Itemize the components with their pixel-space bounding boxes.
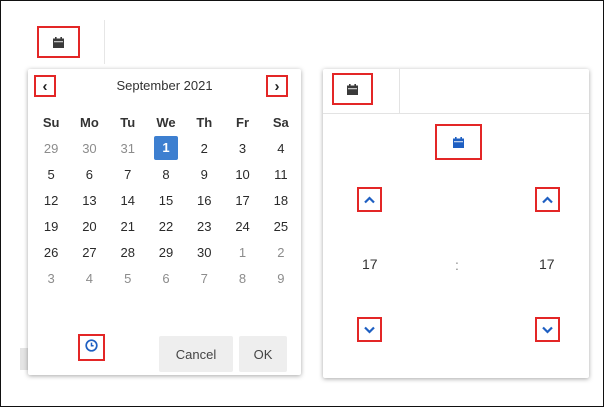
calendar-day[interactable]: 29 — [147, 245, 185, 260]
time-separator: : — [455, 257, 459, 273]
calendar-day[interactable]: 29 — [32, 141, 70, 156]
chevron-right-icon: › — [274, 77, 280, 95]
calendar-day[interactable]: 16 — [185, 193, 223, 208]
calendar-day[interactable]: 2 — [185, 141, 223, 156]
chevron-left-icon: ‹ — [42, 77, 48, 95]
calendar-icon — [53, 36, 64, 48]
calendar-day[interactable]: 6 — [147, 271, 185, 286]
calendar-grid: Su Mo Tu We Th Fr Sa 29 30 31 1 2 3 4 5 … — [32, 109, 300, 291]
calendar-day[interactable]: 10 — [223, 167, 261, 182]
calendar-week-row: 5 6 7 8 9 10 11 — [32, 161, 300, 187]
calendar-day[interactable]: 3 — [32, 271, 70, 286]
ok-button[interactable]: OK — [239, 336, 287, 372]
calendar-day[interactable]: 6 — [70, 167, 108, 182]
calendar-day[interactable]: 9 — [185, 167, 223, 182]
cancel-button[interactable]: Cancel — [159, 336, 233, 372]
month-title: September 2021 — [116, 78, 213, 93]
next-month-button[interactable]: › — [266, 75, 288, 97]
chevron-up-icon — [364, 191, 375, 209]
weekday-label: Th — [196, 114, 213, 130]
header-underline — [323, 113, 589, 114]
weekday-label: Su — [42, 114, 60, 130]
calendar-icon — [347, 83, 358, 95]
calendar-toggle-button[interactable] — [37, 26, 80, 58]
calendar-week-row: 3 4 5 6 7 8 9 — [32, 265, 300, 291]
switch-to-time-button[interactable] — [78, 334, 105, 361]
calendar-day[interactable]: 28 — [109, 245, 147, 260]
calendar-day[interactable]: 7 — [185, 271, 223, 286]
calendar-day[interactable]: 31 — [109, 141, 147, 156]
calendar-day[interactable]: 9 — [262, 271, 300, 286]
calendar-day[interactable]: 12 — [32, 193, 70, 208]
calendar-day[interactable]: 4 — [70, 271, 108, 286]
hour-value: 17 — [362, 256, 378, 272]
calendar-day[interactable]: 27 — [70, 245, 108, 260]
chevron-up-icon — [542, 191, 553, 209]
calendar-day[interactable]: 8 — [147, 167, 185, 182]
weekday-label: Sa — [272, 114, 289, 130]
clock-icon — [85, 338, 98, 357]
calendar-toggle-button[interactable] — [332, 73, 373, 105]
calendar-day[interactable]: 5 — [109, 271, 147, 286]
chevron-down-icon — [542, 321, 553, 339]
calendar-day[interactable]: 8 — [223, 271, 261, 286]
calendar-day[interactable]: 18 — [262, 193, 300, 208]
calendar-day[interactable]: 11 — [262, 167, 300, 182]
selected-day-label: 1 — [153, 136, 178, 160]
calendar-day[interactable]: 1 — [223, 245, 261, 260]
calendar-day[interactable]: 4 — [262, 141, 300, 156]
calendar-day[interactable]: 15 — [147, 193, 185, 208]
weekday-label: Mo — [80, 114, 99, 130]
weekday-label: Tu — [120, 114, 136, 130]
switch-to-date-button[interactable] — [435, 124, 482, 160]
header-divider — [399, 69, 400, 113]
minute-value: 17 — [539, 256, 555, 272]
calendar-icon — [453, 136, 464, 148]
calendar-day[interactable]: 20 — [70, 219, 108, 234]
calendar-week-row: 19 20 21 22 23 24 25 — [32, 213, 300, 239]
calendar-day[interactable]: 7 — [109, 167, 147, 182]
weekday-header-row: Su Mo Tu We Th Fr Sa — [32, 109, 300, 135]
hour-increment-button[interactable] — [357, 187, 382, 212]
calendar-day[interactable]: 22 — [147, 219, 185, 234]
calendar-day[interactable]: 23 — [185, 219, 223, 234]
calendar-day[interactable]: 30 — [185, 245, 223, 260]
prev-month-button[interactable]: ‹ — [34, 75, 56, 97]
calendar-day[interactable]: 30 — [70, 141, 108, 156]
calendar-day[interactable]: 26 — [32, 245, 70, 260]
calendar-week-row: 12 13 14 15 16 17 18 — [32, 187, 300, 213]
weekday-label: We — [156, 114, 176, 130]
calendar-day[interactable]: 14 — [109, 193, 147, 208]
minute-increment-button[interactable] — [535, 187, 560, 212]
calendar-day[interactable]: 24 — [223, 219, 261, 234]
calendar-day[interactable]: 19 — [32, 219, 70, 234]
calendar-day[interactable]: 17 — [223, 193, 261, 208]
calendar-day-selected[interactable]: 1 — [147, 136, 185, 160]
calendar-week-row: 26 27 28 29 30 1 2 — [32, 239, 300, 265]
date-picker-popup: September 2021 ‹ › Su Mo Tu We Th Fr Sa … — [28, 69, 301, 375]
background-panel-edge — [20, 348, 28, 370]
calendar-day[interactable]: 3 — [223, 141, 261, 156]
weekday-label: Fr — [236, 114, 250, 130]
chevron-down-icon — [364, 321, 375, 339]
calendar-day[interactable]: 25 — [262, 219, 300, 234]
calendar-week-row: 29 30 31 1 2 3 4 — [32, 135, 300, 161]
calendar-day[interactable]: 2 — [262, 245, 300, 260]
time-picker-popup: 17 : 17 — [323, 69, 589, 378]
calendar-day[interactable]: 13 — [70, 193, 108, 208]
hour-decrement-button[interactable] — [357, 317, 382, 342]
calendar-day[interactable]: 21 — [109, 219, 147, 234]
minute-decrement-button[interactable] — [535, 317, 560, 342]
calendar-day[interactable]: 5 — [32, 167, 70, 182]
